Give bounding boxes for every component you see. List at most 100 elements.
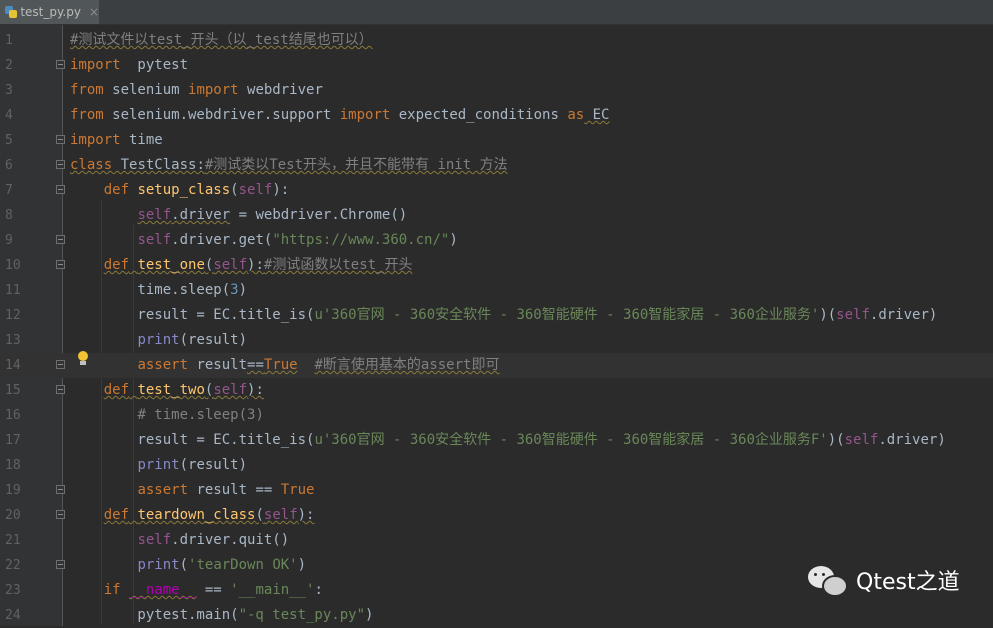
code-token: time.sleep( — [70, 282, 231, 298]
code-token: ) — [449, 232, 458, 248]
code-token: self — [844, 432, 879, 448]
close-tab-icon[interactable]: × — [89, 5, 99, 19]
code-token: 'tearDown OK' — [188, 557, 298, 573]
code-line[interactable]: 19 assert result == True — [0, 478, 993, 503]
code-token: self — [137, 532, 172, 548]
code-text: import time — [70, 128, 163, 153]
code-token: print — [137, 557, 180, 573]
code-line[interactable]: 9 self.driver.get("https://www.360.cn/") — [0, 228, 993, 253]
code-token: setup_class — [137, 182, 231, 198]
code-token: )( — [827, 432, 845, 448]
fold-marker-icon[interactable] — [56, 185, 65, 194]
code-text: def teardown_class(self): — [70, 503, 315, 528]
code-token: u'360官网 - 360安全软件 - 360智能硬件 - 360智能家居 - … — [314, 307, 820, 323]
code-token: pytest — [120, 57, 189, 73]
code-token: True — [263, 357, 298, 373]
wechat-watermark: Qtest之道 — [808, 560, 960, 600]
code-token: self — [137, 207, 172, 223]
code-line[interactable]: 12 result = EC.title_is(u'360官网 - 360安全软… — [0, 303, 993, 328]
code-token: .driver.quit() — [171, 532, 290, 548]
code-line[interactable]: 5 import time — [0, 128, 993, 153]
code-token: self — [263, 507, 298, 523]
code-editor[interactable]: 1 #测试文件以test_开头（以_test结尾也可以） 2 import pytes… — [0, 25, 993, 626]
code-text: from selenium.webdriver.support import e… — [70, 103, 609, 128]
code-token: import — [70, 132, 121, 148]
line-number: 12 — [5, 308, 21, 323]
code-token: 3 — [230, 282, 239, 298]
code-line[interactable]: 21 self.driver.quit() — [0, 528, 993, 553]
code-text: result = EC.title_is(u'360官网 - 360安全软件 -… — [70, 303, 937, 328]
code-token: TestClass: — [112, 157, 205, 173]
line-number: 8 — [5, 208, 13, 223]
code-token: expected_conditions — [390, 107, 568, 123]
line-number: 23 — [5, 583, 21, 598]
line-number: 3 — [5, 83, 13, 98]
code-token: webdriver — [238, 82, 323, 98]
code-token: True — [280, 482, 315, 498]
line-number: 5 — [5, 133, 13, 148]
code-line[interactable]: 24 pytest.main("-q test_py.py") — [0, 603, 993, 628]
code-line[interactable]: 16 # time.sleep(3) — [0, 403, 993, 428]
line-number: 11 — [5, 283, 21, 298]
code-token: # time.sleep(3) — [137, 407, 264, 423]
code-text: print(result) — [70, 328, 247, 353]
fold-marker-icon[interactable] — [56, 235, 65, 244]
code-token: ): — [247, 257, 264, 273]
fold-marker-icon[interactable] — [56, 485, 65, 494]
fold-marker-icon[interactable] — [56, 260, 65, 269]
code-token: selenium.webdriver.support — [103, 107, 340, 123]
code-line[interactable]: 13 print(result) — [0, 328, 993, 353]
code-line[interactable]: 2 import pytest — [0, 53, 993, 78]
code-token: ): — [272, 182, 290, 198]
line-number: 6 — [5, 158, 13, 173]
lightbulb-intention-icon[interactable] — [77, 351, 89, 367]
code-line[interactable]: 1 #测试文件以test_开头（以_test结尾也可以） — [0, 28, 993, 53]
code-line[interactable]: 14 assert result==True #断言使用基本的assert即可 — [0, 353, 993, 378]
code-line[interactable]: 17 result = EC.title_is(u'360官网 - 360安全软… — [0, 428, 993, 453]
fold-marker-icon[interactable] — [56, 60, 65, 69]
code-line[interactable]: 11 time.sleep(3) — [0, 278, 993, 303]
code-token: #测试函数以test_开头 — [263, 257, 413, 273]
code-line[interactable]: 4 from selenium.webdriver.support import … — [0, 103, 993, 128]
code-text: time.sleep(3) — [70, 278, 247, 303]
code-line[interactable]: 18 print(result) — [0, 453, 993, 478]
code-token: ): — [247, 382, 264, 398]
code-text: def test_two(self): — [70, 378, 264, 403]
code-token: pytest.main( — [70, 607, 239, 623]
fold-marker-icon[interactable] — [56, 160, 65, 169]
code-token: import — [70, 57, 121, 73]
code-line[interactable]: 15 def test_two(self): — [0, 378, 993, 403]
code-token: result == — [188, 482, 281, 498]
line-number: 20 — [5, 508, 21, 523]
code-token: .driver) — [878, 432, 946, 448]
code-line[interactable]: 20 def teardown_class(self): — [0, 503, 993, 528]
fold-marker-icon[interactable] — [56, 560, 65, 569]
code-token: #断言使用基本的assert即可 — [314, 357, 500, 373]
code-line[interactable]: 6 class TestClass:#测试类以Test开头，并且不能带有 init… — [0, 153, 993, 178]
code-token: '__main__' — [230, 582, 315, 598]
code-token: "-q test_py.py" — [238, 607, 366, 623]
fold-marker-icon[interactable] — [56, 510, 65, 519]
code-line[interactable]: 8 self.driver = webdriver.Chrome() — [0, 203, 993, 228]
code-token: .driver — [171, 207, 231, 223]
code-token: self — [238, 182, 273, 198]
fold-marker-icon[interactable] — [56, 135, 65, 144]
code-token: (result) — [179, 457, 248, 473]
editor-tab-bar: test_py.py × — [0, 0, 993, 25]
code-token: #测试文件以test_开头（以_test结尾也可以） — [70, 32, 373, 48]
fold-marker-icon[interactable] — [56, 360, 65, 369]
code-token: = webdriver.Chrome() — [230, 207, 408, 223]
file-tab[interactable]: test_py.py × — [0, 0, 99, 24]
code-token: .driver) — [869, 307, 938, 323]
code-line[interactable]: 7 def setup_class(self): — [0, 178, 993, 203]
code-line[interactable]: 10 def test_one(self):#测试函数以test_开头 — [0, 253, 993, 278]
code-token: from — [70, 82, 104, 98]
line-number: 19 — [5, 483, 21, 498]
code-token: self — [213, 257, 248, 273]
code-line[interactable]: 3 from selenium import webdriver — [0, 78, 993, 103]
fold-marker-icon[interactable] — [56, 385, 65, 394]
